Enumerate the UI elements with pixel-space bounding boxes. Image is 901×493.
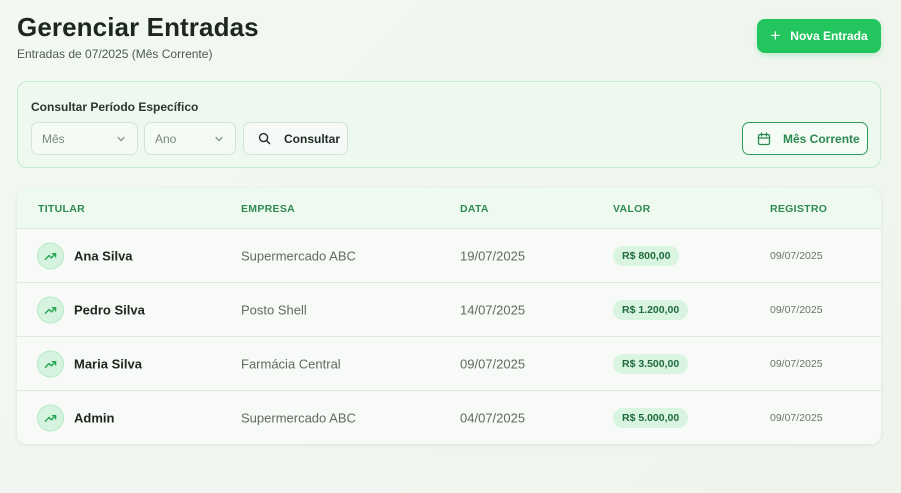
filter-panel: Consultar Período Específico Mês Ano Con… [17,81,881,168]
empresa-cell: Supermercado ABC [241,410,356,426]
empresa-cell: Farmácia Central [241,356,341,371]
table-header: TITULAR EMPRESA DATA VALOR REGISTRO [17,188,881,229]
table-row[interactable]: Pedro Silva Posto Shell 14/07/2025 R$ 1.… [17,283,881,337]
consultar-button[interactable]: Consultar [243,122,348,155]
column-header-registro[interactable]: REGISTRO [770,203,827,215]
table-row[interactable]: Maria Silva Farmácia Central 09/07/2025 … [17,337,881,391]
registro-cell: 09/07/2025 [770,249,823,262]
new-entry-label: Nova Entrada [790,29,868,43]
column-header-valor[interactable]: VALOR [613,203,650,215]
month-select[interactable]: Mês [31,122,138,155]
valor-badge: R$ 3.500,00 [613,353,689,374]
empresa-cell: Supermercado ABC [241,248,356,263]
year-select[interactable]: Ano [144,122,236,155]
current-month-button[interactable]: Mês Corrente [742,122,868,155]
page-header: Gerenciar Entradas Entradas de 07/2025 (… [17,12,259,61]
data-cell: 04/07/2025 [460,410,526,426]
page-subtitle: Entradas de 07/2025 (Mês Corrente) [17,47,213,61]
filter-label: Consultar Período Específico [31,100,199,114]
titular-cell: Ana Silva [74,248,133,263]
entries-table: TITULAR EMPRESA DATA VALOR REGISTRO Ana … [17,188,881,444]
trending-up-icon [37,242,64,269]
table-row[interactable]: Ana Silva Supermercado ABC 19/07/2025 R$… [17,229,881,283]
empresa-cell: Posto Shell [241,302,307,317]
registro-cell: 09/07/2025 [770,357,823,370]
column-header-data[interactable]: DATA [460,203,489,215]
valor-badge: R$ 1.200,00 [613,299,689,320]
table-row[interactable]: Admin Supermercado ABC 04/07/2025 R$ 5.0… [17,391,881,444]
column-header-empresa[interactable]: EMPRESA [241,203,295,215]
plus-icon: + [770,25,781,45]
consultar-label: Consultar [284,131,341,146]
chevron-down-icon [215,136,223,142]
new-entry-button[interactable]: + Nova Entrada [757,19,881,53]
titular-cell: Pedro Silva [74,302,145,317]
chevron-down-icon [117,136,125,142]
search-icon [258,132,271,145]
data-cell: 19/07/2025 [460,248,526,263]
year-select-value: Ano [155,131,177,146]
current-month-label: Mês Corrente [783,131,860,146]
trending-up-icon [37,296,64,323]
trending-up-icon [37,350,64,377]
data-cell: 09/07/2025 [460,356,526,371]
registro-cell: 09/07/2025 [770,303,823,316]
calendar-icon [757,131,771,145]
page-title: Gerenciar Entradas [17,12,259,42]
titular-cell: Maria Silva [74,356,142,371]
registro-cell: 09/07/2025 [770,412,823,424]
valor-badge: R$ 800,00 [613,245,680,266]
valor-badge: R$ 5.000,00 [613,408,689,428]
titular-cell: Admin [74,410,115,426]
trending-up-icon [37,404,64,432]
data-cell: 14/07/2025 [460,302,526,317]
column-header-titular[interactable]: TITULAR [38,203,85,215]
month-select-value: Mês [42,131,65,146]
